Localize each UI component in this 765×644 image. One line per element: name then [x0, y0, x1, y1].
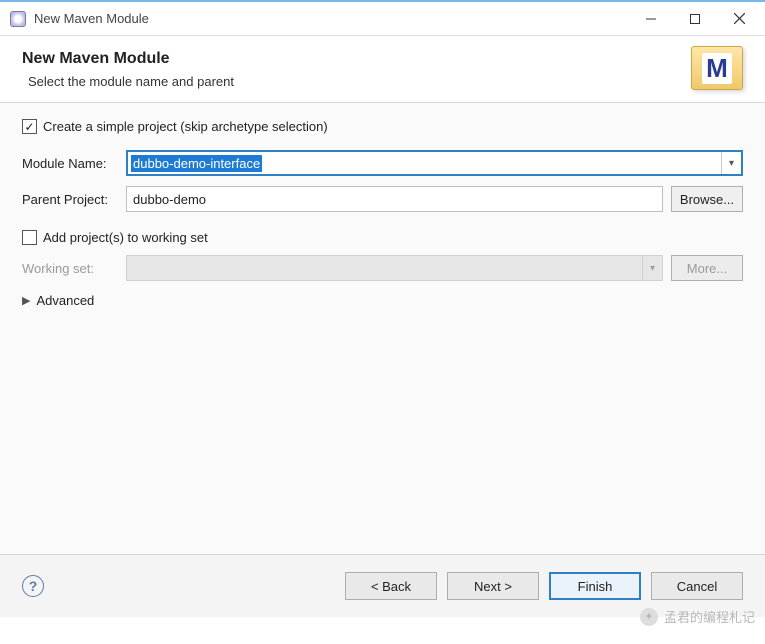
parent-project-row: Parent Project: dubbo-demo Browse...	[22, 186, 743, 212]
more-button: More...	[671, 255, 743, 281]
finish-button[interactable]: Finish	[549, 572, 641, 600]
module-name-row: Module Name: dubbo-demo-interface ▾	[22, 150, 743, 176]
simple-project-label: Create a simple project (skip archetype …	[43, 119, 328, 134]
working-set-label: Working set:	[22, 261, 126, 276]
module-name-combo[interactable]: dubbo-demo-interface ▾	[126, 150, 743, 176]
cancel-button[interactable]: Cancel	[651, 572, 743, 600]
page-title: New Maven Module	[22, 50, 691, 68]
advanced-expander[interactable]: ▶ Advanced	[22, 293, 743, 308]
help-icon[interactable]: ?	[22, 575, 44, 597]
module-name-value: dubbo-demo-interface	[131, 155, 262, 172]
titlebar: New Maven Module	[0, 2, 765, 36]
wizard-body: Create a simple project (skip archetype …	[0, 103, 765, 555]
advanced-label: Advanced	[36, 293, 94, 308]
simple-project-checkbox[interactable]	[22, 119, 37, 134]
working-set-combo: ▾	[126, 255, 663, 281]
wizard-header: New Maven Module Select the module name …	[0, 36, 765, 103]
parent-project-field[interactable]: dubbo-demo	[126, 186, 663, 212]
maven-folder-icon: M	[691, 46, 743, 90]
page-subtitle: Select the module name and parent	[28, 74, 691, 89]
working-set-row: Working set: ▾ More...	[22, 255, 743, 281]
wizard-window: New Maven Module New Maven Module Select…	[0, 0, 765, 617]
chevron-down-icon: ▾	[642, 256, 662, 280]
chevron-down-icon[interactable]: ▾	[721, 152, 741, 174]
simple-project-row: Create a simple project (skip archetype …	[22, 119, 743, 134]
add-to-working-set-row: Add project(s) to working set	[22, 230, 743, 245]
module-name-label: Module Name:	[22, 156, 126, 171]
triangle-right-icon: ▶	[22, 294, 30, 307]
next-button[interactable]: Next >	[447, 572, 539, 600]
wizard-footer: ? < Back Next > Finish Cancel	[0, 555, 765, 617]
browse-button[interactable]: Browse...	[671, 186, 743, 212]
parent-project-label: Parent Project:	[22, 192, 126, 207]
close-button[interactable]	[717, 4, 761, 34]
add-to-working-set-checkbox[interactable]	[22, 230, 37, 245]
back-button[interactable]: < Back	[345, 572, 437, 600]
minimize-button[interactable]	[629, 4, 673, 34]
maximize-button[interactable]	[673, 4, 717, 34]
window-title: New Maven Module	[34, 11, 149, 26]
eclipse-icon	[10, 11, 26, 27]
add-to-working-set-label: Add project(s) to working set	[43, 230, 208, 245]
